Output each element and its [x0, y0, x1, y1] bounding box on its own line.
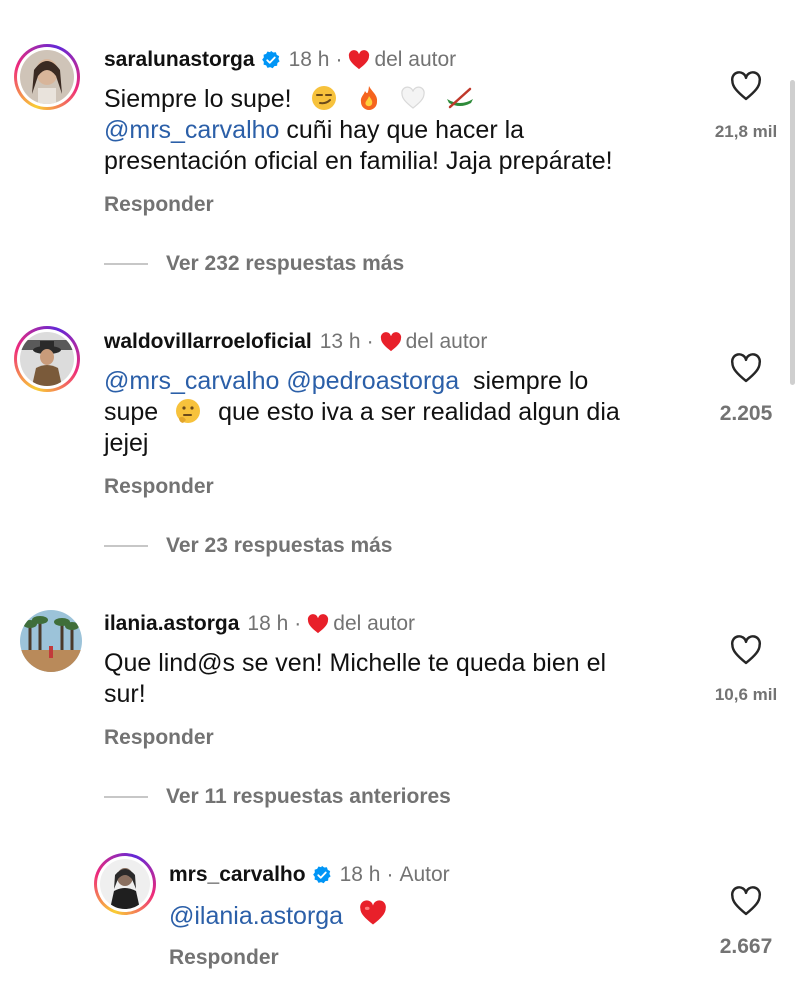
username[interactable]: waldovillarroeloficial: [104, 329, 312, 355]
like-count: 10,6 mil: [714, 685, 778, 704]
author-label: Autor: [399, 863, 450, 886]
view-previous-replies[interactable]: Ver 11 respuestas anteriores: [104, 785, 451, 809]
avatar: [20, 50, 74, 104]
avatar-story-ring[interactable]: [14, 326, 80, 392]
like-heart-icon[interactable]: [729, 353, 763, 383]
like-count: 2.205: [719, 402, 773, 425]
avatar-story-ring[interactable]: [94, 853, 156, 915]
mention-link[interactable]: @mrs_carvalho: [104, 367, 279, 395]
avatar: [20, 332, 74, 386]
reply-button[interactable]: Responder: [104, 193, 214, 217]
mention-link[interactable]: @ilania.astorga: [169, 902, 343, 930]
like-heart-icon[interactable]: [729, 886, 763, 916]
author-liked-label: del autor: [333, 612, 415, 635]
divider-line: [104, 796, 148, 798]
scrollbar[interactable]: [790, 80, 795, 385]
white-heart-emoji-icon: [401, 86, 426, 109]
verified-badge-icon: [312, 865, 331, 884]
smirk-emoji-icon: [311, 86, 336, 110]
like-count: 21,8 mil: [714, 122, 778, 141]
view-more-replies[interactable]: Ver 23 respuestas más: [104, 534, 393, 558]
username[interactable]: saralunastorga: [104, 47, 255, 73]
like-heart-icon[interactable]: [729, 635, 763, 665]
comment-text: @mrs_carvalho @pedroastorga siempre lo s…: [104, 367, 620, 457]
author-liked-heart-icon: [380, 332, 401, 352]
reply-button[interactable]: Responder: [104, 726, 214, 750]
username[interactable]: ilania.astorga: [104, 611, 239, 637]
canoe-emoji-icon: [447, 87, 474, 109]
reply-button[interactable]: Responder: [104, 475, 214, 499]
like-heart-icon[interactable]: [729, 71, 763, 101]
comment-text: Que lind@s se ven! Michelle te queda bie…: [104, 649, 607, 708]
avatar[interactable]: [20, 610, 82, 672]
author-liked-label: del autor: [374, 48, 457, 71]
avatar-story-ring[interactable]: [14, 44, 80, 110]
divider-line: [104, 263, 148, 265]
author-liked-label: del autor: [405, 330, 488, 353]
like-count: 2.667: [719, 935, 773, 958]
verified-badge-icon: [261, 50, 280, 69]
red-heart-emoji-icon: [360, 900, 386, 925]
view-more-replies[interactable]: Ver 232 respuestas más: [104, 252, 404, 276]
comment-text: @ilania.astorga: [169, 898, 669, 932]
mention-link[interactable]: @mrs_carvalho: [104, 116, 279, 144]
timestamp: 18 h: [247, 612, 289, 635]
mention-link[interactable]: @pedroastorga: [286, 367, 459, 395]
fire-emoji-icon: [360, 86, 377, 110]
thinking-emoji-icon: [176, 399, 201, 423]
timestamp: 13 h: [319, 330, 361, 353]
username[interactable]: mrs_carvalho: [169, 862, 306, 888]
reply-button[interactable]: Responder: [169, 946, 279, 970]
author-liked-heart-icon: [308, 614, 329, 634]
timestamp: 18 h: [288, 48, 330, 71]
avatar: [100, 859, 150, 909]
comment-text: Siempre lo supe! @mrs_carvalho cuñi hay …: [104, 85, 613, 175]
divider-line: [104, 545, 148, 547]
author-liked-heart-icon: [349, 50, 370, 70]
timestamp: 18 h: [339, 863, 381, 886]
